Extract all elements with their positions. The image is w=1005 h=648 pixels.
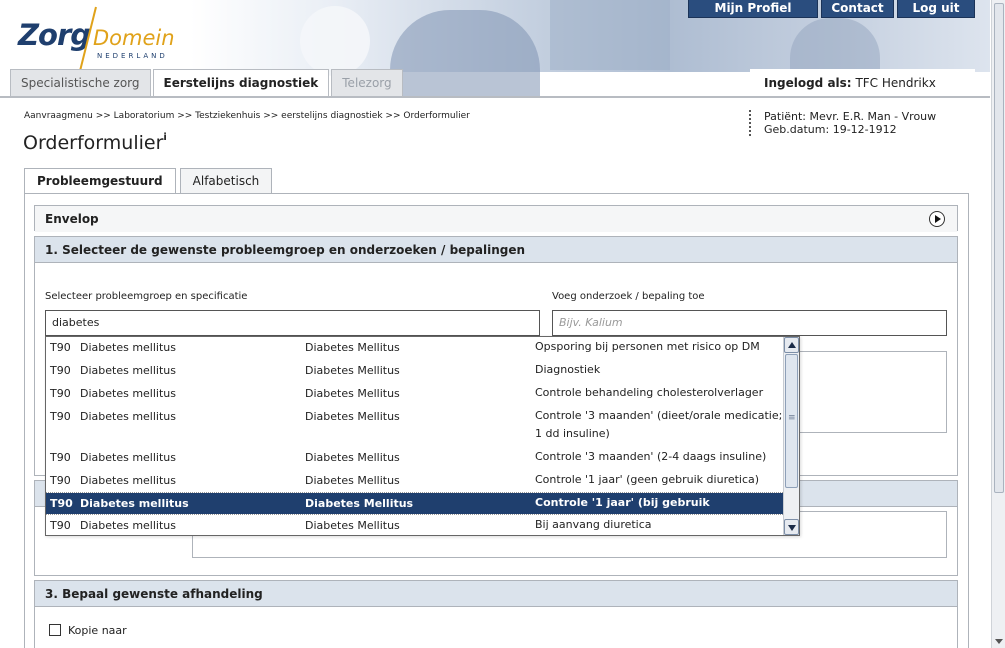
login-label: Ingelogd als:: [764, 76, 852, 90]
dropdown-option[interactable]: T90 Diabetes mellitus Diabetes Mellitus Dia…: [46, 360, 784, 382]
logout-button[interactable]: Log uit: [897, 0, 975, 18]
info-icon[interactable]: i: [163, 132, 166, 143]
envelop-section[interactable]: Envelop: [34, 205, 958, 232]
dropdown-option[interactable]: T90 Diabetes mellitus Diabetes Mellitus Con…: [46, 383, 784, 405]
envelop-header: Envelop: [35, 206, 957, 232]
dropdown-option[interactable]: T90 Diabetes mellitus Diabetes Mellitus Con…: [46, 406, 784, 446]
header: Zorg Domein NEDERLAND Mijn Profiel Conta…: [0, 0, 990, 97]
breadcrumb[interactable]: Aanvraagmenu >> Laboratorium >> Testziek…: [24, 111, 470, 121]
birthdate-label: Geb.datum:: [764, 123, 830, 136]
page-title: Orderformulieri: [23, 132, 167, 154]
login-user: TFC Hendrikx: [855, 76, 936, 90]
my-profile-button[interactable]: Mijn Profiel: [688, 0, 818, 18]
section-1-header: 1. Selecteer de gewenste probleemgroep e…: [35, 237, 957, 263]
scrollbar-thumb[interactable]: [785, 354, 798, 488]
scroll-up-arrow-icon[interactable]: [784, 337, 799, 353]
tab-telezorg[interactable]: Telezorg: [331, 69, 403, 97]
copy-to-label: Kopie naar: [68, 624, 127, 637]
patient-label: Patiënt:: [764, 110, 807, 123]
problem-group-input[interactable]: diabetes: [45, 310, 540, 336]
dropdown-option-selected[interactable]: T90 Diabetes mellitus Diabetes Mellitus Con…: [46, 492, 785, 527]
tab-probleemgestuurd[interactable]: Probleemgestuurd: [24, 168, 176, 195]
add-test-input[interactable]: Bijv. Kalium: [552, 310, 947, 336]
section-3: 3. Bepaal gewenste afhandeling: [34, 580, 958, 648]
patient-info: Patiënt: Mevr. E.R. Man - Vrouw Geb.datu…: [749, 110, 971, 136]
form-tabs: Probleemgestuurd Alfabetisch: [24, 168, 276, 195]
window-scrollbar-thumb[interactable]: [994, 3, 1004, 493]
window-scrollbar[interactable]: [991, 0, 1005, 648]
zorgdomein-logo[interactable]: Zorg Domein NEDERLAND: [14, 6, 189, 72]
autocomplete-dropdown: T90 Diabetes mellitus Diabetes Mellitus Ops…: [45, 336, 800, 536]
add-test-label: Voeg onderzoek / bepaling toe: [552, 291, 705, 302]
logo-text-zorg: Zorg: [18, 18, 91, 52]
tab-specialistische-zorg[interactable]: Specialistische zorg: [10, 69, 151, 97]
problem-group-label: Selecteer probleemgroep en specificatie: [45, 291, 248, 302]
main-nav-tabs: Specialistische zorg Eerstelijns diagnos…: [10, 69, 405, 97]
birthdate-value: 19-12-1912: [832, 123, 897, 136]
top-buttons: Mijn Profiel Contact Log uit: [688, 0, 975, 18]
contact-button[interactable]: Contact: [821, 0, 894, 18]
patient-name: Mevr. E.R. Man - Vrouw: [809, 110, 937, 123]
dropdown-option[interactable]: T90 Diabetes mellitus Diabetes Mellitus Bij…: [46, 515, 784, 535]
nav-divider: [0, 96, 990, 98]
dropdown-option[interactable]: T90 Diabetes mellitus Diabetes Mellitus Con…: [46, 470, 784, 492]
section-3-header: 3. Bepaal gewenste afhandeling: [35, 581, 957, 607]
dropdown-scrollbar[interactable]: [783, 337, 799, 535]
logo-subtitle: NEDERLAND: [97, 52, 168, 60]
page-title-text: Orderformulier: [23, 132, 164, 154]
tab-alfabetisch[interactable]: Alfabetisch: [179, 168, 273, 194]
tab-eerstelijns-diagnostiek[interactable]: Eerstelijns diagnostiek: [152, 69, 330, 97]
expand-arrow-icon[interactable]: [929, 211, 945, 227]
window-scroll-down-icon[interactable]: [995, 639, 1003, 644]
logo-text-domein: Domein: [93, 26, 175, 50]
dropdown-option[interactable]: T90 Diabetes mellitus Diabetes Mellitus Ops…: [46, 337, 784, 359]
dropdown-option[interactable]: T90 Diabetes mellitus Diabetes Mellitus Con…: [46, 447, 784, 469]
login-status: Ingelogd als: TFC Hendrikx: [750, 69, 975, 97]
scroll-down-arrow-icon[interactable]: [784, 519, 799, 535]
copy-to-checkbox[interactable]: [49, 624, 61, 636]
